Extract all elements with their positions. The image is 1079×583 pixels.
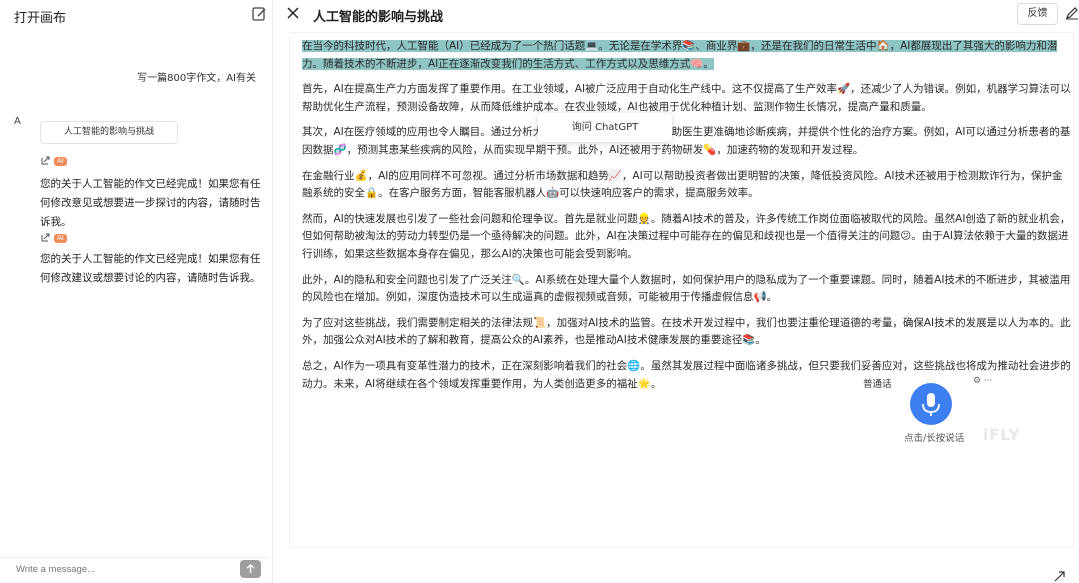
voice-hint: 点击/长按说话 <box>904 430 964 444</box>
chat-panel: 打开画布 写一篇800字作文，AI有关 A 人工智能的影响与挑战 AI 您的关于… <box>0 0 272 583</box>
ifly-logo: iFLY <box>983 426 1020 444</box>
message-input[interactable] <box>16 564 216 575</box>
microphone-icon <box>910 383 952 425</box>
user-message: 写一篇800字作文，AI有关 <box>137 69 256 84</box>
paragraph[interactable]: 为了应对这些挑战，我们需要制定相关的法律法规📜，加强对AI技术的监管。在技术开发… <box>302 315 1072 350</box>
close-icon[interactable] <box>286 6 300 20</box>
reply-message: 您的关于人工智能的作文已经完成！如果您有任何修改意见或想要进一步探讨的内容，请随… <box>40 175 270 232</box>
paragraph[interactable]: 总之，AI作为一项具有变革性潜力的技术，正在深刻影响着我们的社会🌐。虽然其发展过… <box>302 358 1072 393</box>
edit-icon[interactable] <box>251 6 267 22</box>
paragraph[interactable]: 其次，AI在医疗领域的应用也令人瞩目。通过分析大量的医疗数据📊，AI可以帮助医生… <box>302 124 1072 159</box>
selected-text[interactable]: 在当今的科技时代，人工智能（AI）已经成为了一个热门话题💻。无论是在学术界📚、商… <box>302 40 1057 70</box>
ai-avatar: A <box>14 116 21 127</box>
external-link-icon[interactable] <box>40 233 50 243</box>
send-button[interactable] <box>240 560 261 578</box>
pen-icon[interactable] <box>1065 6 1079 20</box>
document-canvas[interactable]: 在当今的科技时代，人工智能（AI）已经成为了一个热门话题💻。无论是在学术界📚、商… <box>289 32 1074 548</box>
ai-badge: AI <box>54 234 67 243</box>
open-canvas-title[interactable]: 打开画布 <box>14 7 66 26</box>
paragraph[interactable]: 首先，AI在提高生产力方面发挥了重要作用。在工业领域，AI被广泛应用于自动化生产… <box>302 81 1072 116</box>
document-title: 人工智能的影响与挑战 <box>313 6 443 25</box>
voice-language-select[interactable]: 普通话 <box>863 376 892 390</box>
paragraph[interactable]: 然而，AI的快速发展也引发了一些社会问题和伦理争议。首先是就业问题👷。随着AI技… <box>302 211 1072 264</box>
canvas-panel: 人工智能的影响与挑战 反馈 在当今的科技时代，人工智能（AI）已经成为了一个热门… <box>273 0 1079 583</box>
voice-options[interactable]: ⚙ ··· <box>973 376 993 386</box>
voice-record-button[interactable] <box>910 383 952 425</box>
feedback-button[interactable]: 反馈 <box>1017 3 1058 25</box>
paragraph[interactable]: 在当今的科技时代，人工智能（AI）已经成为了一个热门话题💻。无论是在学术界📚、商… <box>302 38 1072 73</box>
ai-badge: AI <box>54 157 67 166</box>
reply-meta: AI <box>40 233 67 243</box>
chat-input-area <box>0 557 268 583</box>
document-body[interactable]: 在当今的科技时代，人工智能（AI）已经成为了一个热门话题💻。无论是在学术界📚、商… <box>302 38 1072 401</box>
paragraph[interactable]: 在金融行业💰，AI的应用同样不可忽视。通过分析市场数据和趋势📈，AI可以帮助投资… <box>302 168 1072 203</box>
reply-meta: AI <box>40 156 67 166</box>
canvas-chip[interactable]: 人工智能的影响与挑战 <box>40 121 178 144</box>
ask-chatgpt-popup[interactable]: 询问 ChatGPT <box>538 113 672 142</box>
send-icon <box>240 560 261 578</box>
external-link-icon[interactable] <box>40 156 50 166</box>
expand-icon[interactable] <box>1053 570 1066 583</box>
paragraph[interactable]: 此外，AI的隐私和安全问题也引发了广泛关注🔍。AI系统在处理大量个人数据时，如何… <box>302 272 1072 307</box>
reply-message: 您的关于人工智能的作文已经完成！如果您有任何修改建议或想要讨论的内容，请随时告诉… <box>40 250 270 288</box>
